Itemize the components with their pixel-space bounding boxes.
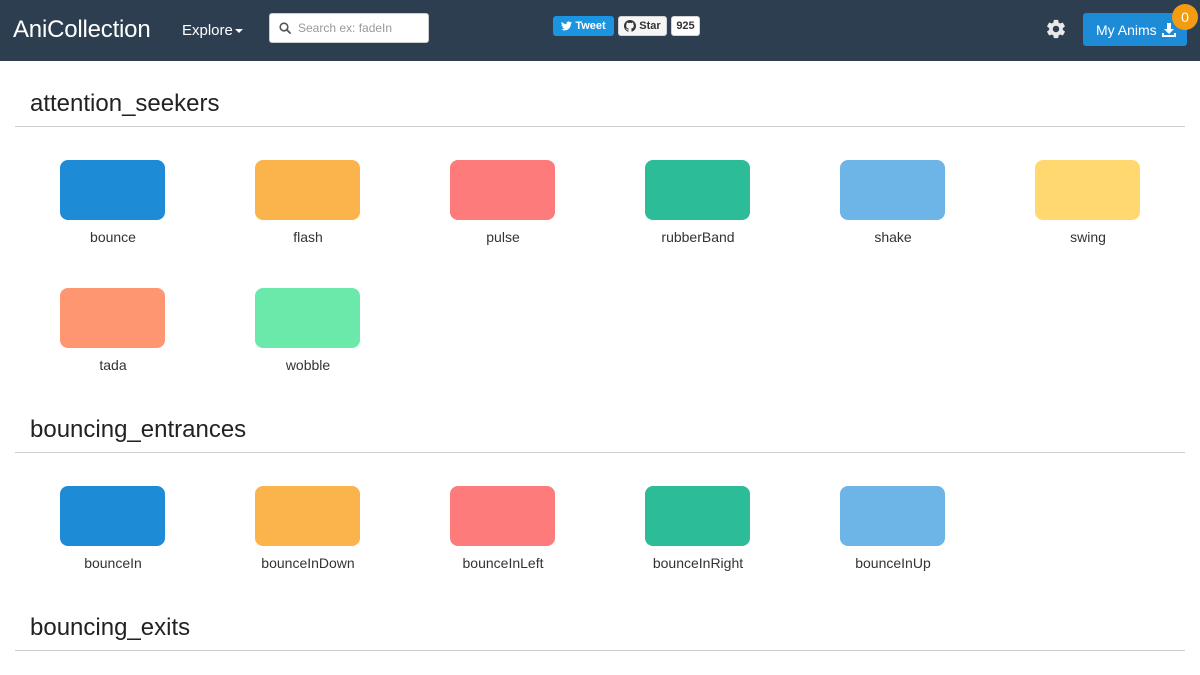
section-divider	[15, 452, 1185, 453]
anim-card-bounceinright[interactable]: bounceInRight	[603, 486, 773, 586]
anim-card-swing[interactable]: swing	[993, 160, 1163, 260]
anim-label: bounceInLeft	[462, 555, 544, 571]
anim-label: bounceIn	[84, 555, 142, 571]
anim-label: flash	[293, 229, 323, 245]
anim-label: pulse	[486, 229, 520, 245]
anim-card-bounceindown[interactable]: bounceInDown	[213, 486, 383, 586]
anim-swatch	[645, 486, 750, 546]
twitter-icon	[561, 21, 573, 31]
github-star-button[interactable]: Star	[618, 16, 667, 36]
brand-logo[interactable]: AniCollection	[13, 16, 151, 44]
star-label: Star	[639, 20, 661, 32]
anim-label: bounceInUp	[855, 555, 931, 571]
anim-swatch	[60, 160, 165, 220]
anim-card-pulse[interactable]: pulse	[408, 160, 578, 260]
anim-card-bounce[interactable]: bounce	[18, 160, 188, 260]
section-title-attention-seekers: attention_seekers	[30, 90, 220, 117]
anim-swatch	[1035, 160, 1140, 220]
gear-icon[interactable]	[1045, 18, 1067, 40]
star-count[interactable]: 925	[671, 16, 700, 36]
my-anims-count-badge: 0	[1172, 4, 1198, 30]
search-icon	[279, 22, 291, 34]
anim-swatch	[450, 160, 555, 220]
search-box[interactable]	[269, 13, 429, 43]
anim-label: shake	[874, 229, 912, 245]
anim-card-tada[interactable]: tada	[18, 288, 188, 388]
anim-label: swing	[1070, 229, 1106, 245]
anim-card-flash[interactable]: flash	[213, 160, 383, 260]
anim-card-shake[interactable]: shake	[798, 160, 968, 260]
anim-label: rubberBand	[661, 229, 735, 245]
my-anims-label: My Anims	[1096, 21, 1157, 38]
anim-label: bounceInDown	[261, 555, 355, 571]
anim-label: wobble	[285, 357, 331, 373]
anim-card-wobble[interactable]: wobble	[213, 288, 383, 388]
anim-swatch	[840, 486, 945, 546]
tweet-button[interactable]: Tweet	[553, 16, 614, 36]
anim-card-bouncein[interactable]: bounceIn	[18, 486, 188, 586]
section-title-bouncing-entrances: bouncing_entrances	[30, 416, 247, 443]
search-input[interactable]	[298, 18, 424, 38]
anim-card-bounceinup[interactable]: bounceInUp	[798, 486, 968, 586]
caret-down-icon	[234, 29, 243, 34]
anim-swatch	[450, 486, 555, 546]
anim-card-rubberband[interactable]: rubberBand	[603, 160, 773, 260]
anim-label: tada	[99, 357, 127, 373]
anim-swatch	[60, 288, 165, 348]
section-divider	[15, 650, 1185, 651]
anim-swatch	[60, 486, 165, 546]
anim-card-bounceinleft[interactable]: bounceInLeft	[408, 486, 578, 586]
anim-swatch	[645, 160, 750, 220]
anim-label: bounceInRight	[652, 555, 744, 571]
section-title-bouncing-exits: bouncing_exits	[30, 614, 191, 641]
anim-swatch	[255, 288, 360, 348]
section-divider	[15, 126, 1185, 127]
anim-swatch	[840, 160, 945, 220]
explore-menu[interactable]: Explore	[182, 22, 243, 39]
tweet-label: Tweet	[575, 20, 606, 32]
navbar: AniCollection Explore Tweet Star 925 My …	[0, 0, 1200, 61]
github-icon	[624, 20, 637, 32]
anim-swatch	[255, 486, 360, 546]
explore-label: Explore	[182, 22, 233, 39]
anim-label: bounce	[90, 229, 136, 245]
anim-swatch	[255, 160, 360, 220]
